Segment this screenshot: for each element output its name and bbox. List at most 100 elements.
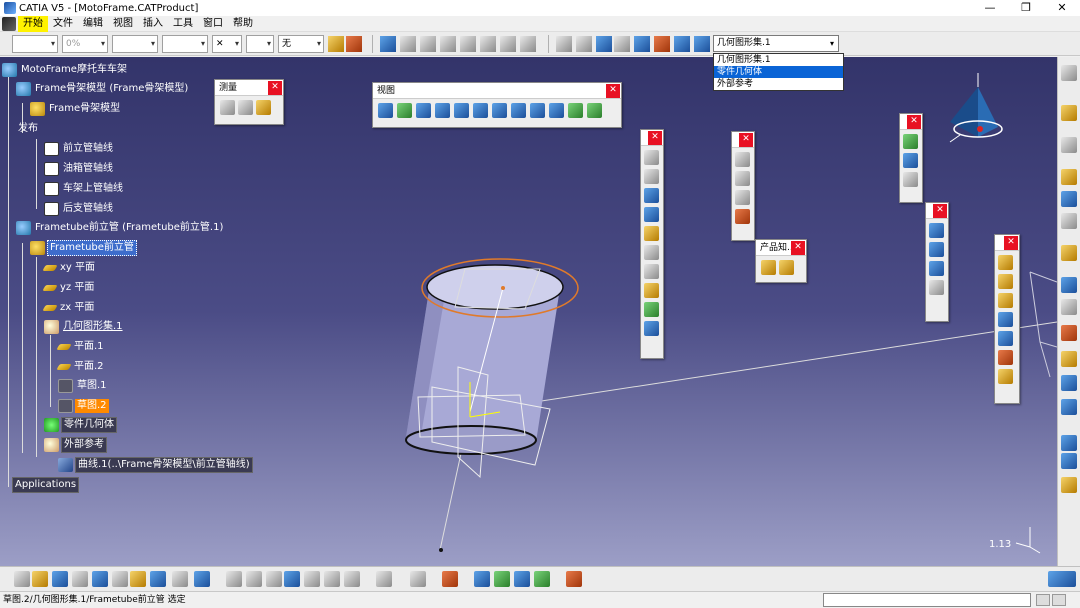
redo-icon[interactable] bbox=[172, 571, 188, 587]
measure-between-icon[interactable] bbox=[220, 100, 235, 115]
tree-node-curve[interactable]: 曲线.1(..\Frame骨架模型\前立管轴线) bbox=[58, 457, 253, 473]
sketch-tool-icon[interactable] bbox=[644, 150, 659, 165]
swap-visible-icon[interactable] bbox=[587, 103, 602, 118]
status-button-2[interactable] bbox=[1052, 594, 1066, 606]
scaling-icon[interactable] bbox=[929, 280, 944, 295]
remove-face-icon[interactable] bbox=[998, 369, 1013, 384]
catalog-browser-icon[interactable] bbox=[410, 571, 426, 587]
dropdown-option[interactable]: 外部参考 bbox=[714, 78, 843, 90]
tree-node-part-body[interactable]: 零件几何体 bbox=[44, 417, 117, 433]
zoom-in-icon[interactable] bbox=[454, 103, 469, 118]
material-icon[interactable] bbox=[903, 153, 918, 168]
hole-icon[interactable] bbox=[644, 264, 659, 279]
pocket-icon[interactable] bbox=[644, 207, 659, 222]
pad-icon[interactable] bbox=[644, 188, 659, 203]
hide-show-icon[interactable] bbox=[568, 103, 583, 118]
thread-icon[interactable] bbox=[998, 350, 1013, 365]
tree-node-root[interactable]: MotoFrame摩托车车架 bbox=[2, 62, 129, 78]
apply-icon[interactable] bbox=[1061, 375, 1077, 391]
rotate-view-icon[interactable] bbox=[435, 103, 450, 118]
layer-combo[interactable]: 无 ▾ bbox=[278, 35, 324, 53]
tree-node-pub-item[interactable]: 车架上管轴线 bbox=[44, 181, 125, 197]
3d-viewport[interactable]: 1.13 MotoFrame摩托车车架 Frame骨架模型 (Frame骨架模型… bbox=[0, 57, 1057, 566]
mirror-icon[interactable] bbox=[929, 223, 944, 238]
formula-fx-icon[interactable] bbox=[226, 571, 242, 587]
globe-icon[interactable] bbox=[903, 134, 918, 149]
tree-node-frame-model[interactable]: Frame骨架模型 (Frame骨架模型) bbox=[16, 81, 190, 97]
thickness-icon[interactable] bbox=[998, 331, 1013, 346]
close-icon[interactable]: ✕ bbox=[1004, 236, 1018, 250]
shaft-icon[interactable] bbox=[644, 226, 659, 241]
close-icon[interactable]: ✕ bbox=[648, 131, 662, 145]
geometrical-set-combo[interactable]: 几何图形集.1 ▾ bbox=[713, 35, 839, 52]
knowledge-set-icon[interactable] bbox=[344, 571, 360, 587]
tree-node-plane[interactable]: zx 平面 bbox=[42, 300, 96, 316]
layers-icon[interactable] bbox=[1061, 245, 1077, 261]
apply-material-icon[interactable] bbox=[903, 172, 918, 187]
3d-text-icon[interactable] bbox=[735, 190, 750, 205]
tree-node-plane-2[interactable]: 平面.2 bbox=[56, 359, 106, 375]
boolean-icon[interactable] bbox=[1061, 213, 1077, 229]
rotate-icon[interactable] bbox=[556, 36, 572, 52]
open-folder-icon[interactable] bbox=[32, 571, 48, 587]
measure-toolbar-header[interactable]: 测量 ✕ bbox=[215, 80, 283, 96]
line-icon[interactable] bbox=[1061, 453, 1077, 469]
print-icon[interactable] bbox=[72, 571, 88, 587]
comment-icon[interactable] bbox=[246, 571, 262, 587]
fit-all-icon[interactable] bbox=[397, 103, 412, 118]
new-file-icon[interactable] bbox=[14, 571, 30, 587]
instantiate-icon[interactable] bbox=[376, 571, 392, 587]
measure-bar-icon[interactable] bbox=[442, 571, 458, 587]
image-icon[interactable] bbox=[494, 571, 510, 587]
menu-view[interactable]: 视图 bbox=[108, 16, 138, 32]
close-icon[interactable]: ✕ bbox=[933, 204, 947, 218]
tools-icon[interactable] bbox=[1061, 399, 1077, 415]
close-icon[interactable]: ✕ bbox=[739, 133, 753, 147]
cut-icon[interactable] bbox=[92, 571, 108, 587]
point-icon[interactable] bbox=[1061, 435, 1077, 451]
view-toolbar-header[interactable]: 视图 ✕ bbox=[373, 83, 621, 99]
close-icon[interactable]: ✕ bbox=[606, 84, 620, 98]
multi-body-icon[interactable] bbox=[1061, 277, 1077, 293]
tree-node-external-ref[interactable]: 外部参考 bbox=[44, 437, 107, 453]
knowledge-icon-5[interactable] bbox=[500, 36, 516, 52]
analysis-icon[interactable] bbox=[1061, 351, 1077, 367]
menu-insert[interactable]: 插入 bbox=[138, 16, 168, 32]
painter-icon[interactable] bbox=[328, 36, 344, 52]
shell-icon[interactable] bbox=[998, 312, 1013, 327]
properties-brush-icon[interactable] bbox=[346, 36, 362, 52]
stack-icon[interactable] bbox=[634, 36, 650, 52]
close-button[interactable]: ✕ bbox=[1044, 0, 1080, 16]
slot-icon[interactable] bbox=[644, 302, 659, 317]
cube-icon[interactable] bbox=[1061, 191, 1077, 207]
stack-book-icon[interactable] bbox=[534, 571, 550, 587]
close-icon[interactable]: ✕ bbox=[268, 81, 282, 95]
command-input[interactable] bbox=[823, 593, 1031, 607]
tree-node-frame-model-part[interactable]: Frame骨架模型 bbox=[30, 101, 122, 117]
product-knowledge-toolbar-header[interactable]: 产品知... ✕ bbox=[756, 240, 806, 256]
stiffener-icon[interactable] bbox=[644, 321, 659, 336]
knowledge-icon-3[interactable] bbox=[460, 36, 476, 52]
vertical-toolbar-5-header[interactable]: ✕ bbox=[995, 235, 1019, 251]
fly-icon[interactable] bbox=[474, 571, 490, 587]
catalog-icon[interactable] bbox=[400, 36, 416, 52]
hand-icon[interactable] bbox=[576, 36, 592, 52]
product-knowledge-toolbar[interactable]: 产品知... ✕ bbox=[755, 239, 807, 283]
linetype-combo[interactable]: ▾ bbox=[112, 35, 158, 53]
vertical-toolbar-5[interactable]: ✕ bbox=[994, 234, 1020, 404]
view-toolbar[interactable]: 视图 ✕ bbox=[372, 82, 622, 128]
menu-start[interactable]: 开始 bbox=[18, 15, 48, 32]
tree-node-plane[interactable]: xy 平面 bbox=[42, 260, 97, 276]
tree-node-plane-1[interactable]: 平面.1 bbox=[56, 339, 106, 355]
groove-icon[interactable] bbox=[644, 245, 659, 260]
rect-pattern-icon[interactable] bbox=[929, 261, 944, 276]
material-library-icon[interactable] bbox=[566, 571, 582, 587]
render-style-icon[interactable] bbox=[549, 103, 564, 118]
gear-icon[interactable] bbox=[1061, 65, 1077, 81]
knowledge-icon-2[interactable] bbox=[440, 36, 456, 52]
pan-icon[interactable] bbox=[416, 103, 431, 118]
dropdown-option[interactable]: 零件几何体 bbox=[714, 66, 843, 78]
normal-view-icon[interactable] bbox=[492, 103, 507, 118]
measure-inertia-icon[interactable] bbox=[256, 100, 271, 115]
relations-icon[interactable] bbox=[304, 571, 320, 587]
